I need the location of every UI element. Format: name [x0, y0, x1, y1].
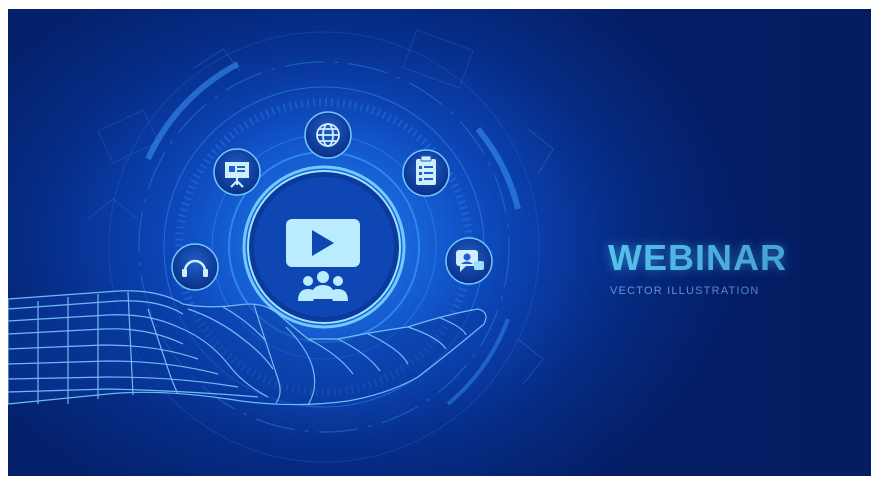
- clipboard-icon: [416, 155, 436, 185]
- central-disc: [247, 170, 401, 324]
- banner-title: WEBINAR: [608, 237, 787, 278]
- headset-bubble: [171, 243, 219, 291]
- chat-bubble: [445, 237, 493, 285]
- globe-bubble: [304, 111, 352, 159]
- webinar-banner: WEBINAR VECTOR ILLUSTRATION: [8, 9, 871, 476]
- banner-subtitle: VECTOR ILLUSTRATION: [610, 285, 760, 297]
- clipboard-bubble: [402, 149, 450, 197]
- presentation-bubble: [213, 148, 261, 196]
